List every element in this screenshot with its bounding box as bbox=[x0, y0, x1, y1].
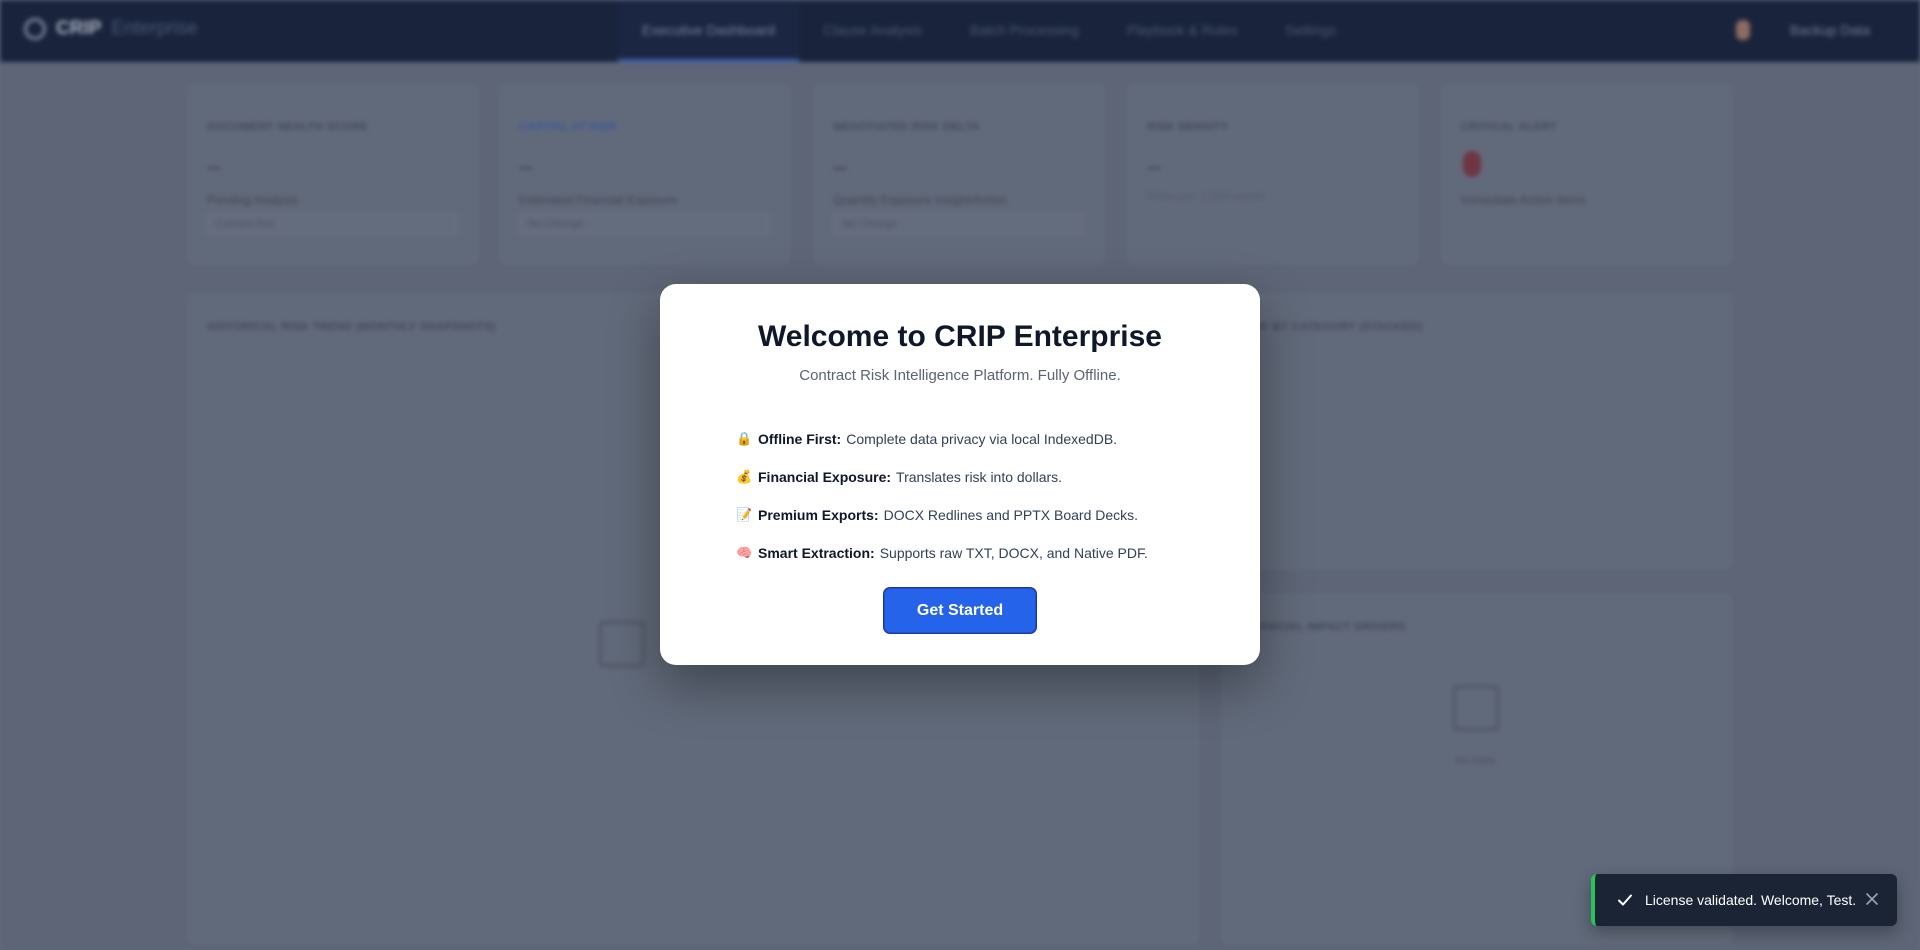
feature-text: Complete data privacy via local IndexedD… bbox=[846, 431, 1118, 447]
toast-message: License validated. Welcome, Test. bbox=[1645, 892, 1857, 908]
get-started-button[interactable]: Get Started bbox=[884, 588, 1036, 633]
brain-icon: 🧠 bbox=[736, 545, 753, 560]
feature-text: Supports raw TXT, DOCX, and Native PDF. bbox=[879, 545, 1148, 561]
feature-item: 📝 Premium Exports: DOCX Redlines and PPT… bbox=[736, 496, 1206, 534]
feature-text: Translates risk into dollars. bbox=[896, 469, 1063, 485]
check-icon bbox=[1618, 894, 1632, 906]
money-bag-icon: 💰 bbox=[736, 469, 753, 484]
feature-title: Smart Extraction: bbox=[758, 545, 875, 561]
close-icon[interactable] bbox=[1865, 892, 1879, 906]
modal-subtitle: Contract Risk Intelligence Platform. Ful… bbox=[799, 367, 1121, 384]
feature-text: DOCX Redlines and PPTX Board Decks. bbox=[883, 507, 1139, 523]
feature-list: 🔒 Offline First: Complete data privacy v… bbox=[736, 420, 1206, 572]
feature-item: 🔒 Offline First: Complete data privacy v… bbox=[736, 420, 1206, 458]
feature-title: Premium Exports: bbox=[758, 507, 879, 523]
modal-title: Welcome to CRIP Enterprise bbox=[757, 320, 1162, 353]
welcome-modal: Welcome to CRIP Enterprise Contract Risk… bbox=[660, 284, 1260, 665]
feature-title: Offline First: bbox=[758, 431, 842, 447]
feature-item: 💰 Financial Exposure: Translates risk in… bbox=[736, 458, 1206, 496]
memo-icon: 📝 bbox=[736, 507, 753, 522]
lock-icon: 🔒 bbox=[736, 431, 753, 446]
toast-notification: License validated. Welcome, Test. bbox=[1591, 874, 1897, 926]
feature-item: 🧠 Smart Extraction: Supports raw TXT, DO… bbox=[736, 534, 1206, 572]
feature-title: Financial Exposure: bbox=[758, 469, 892, 485]
